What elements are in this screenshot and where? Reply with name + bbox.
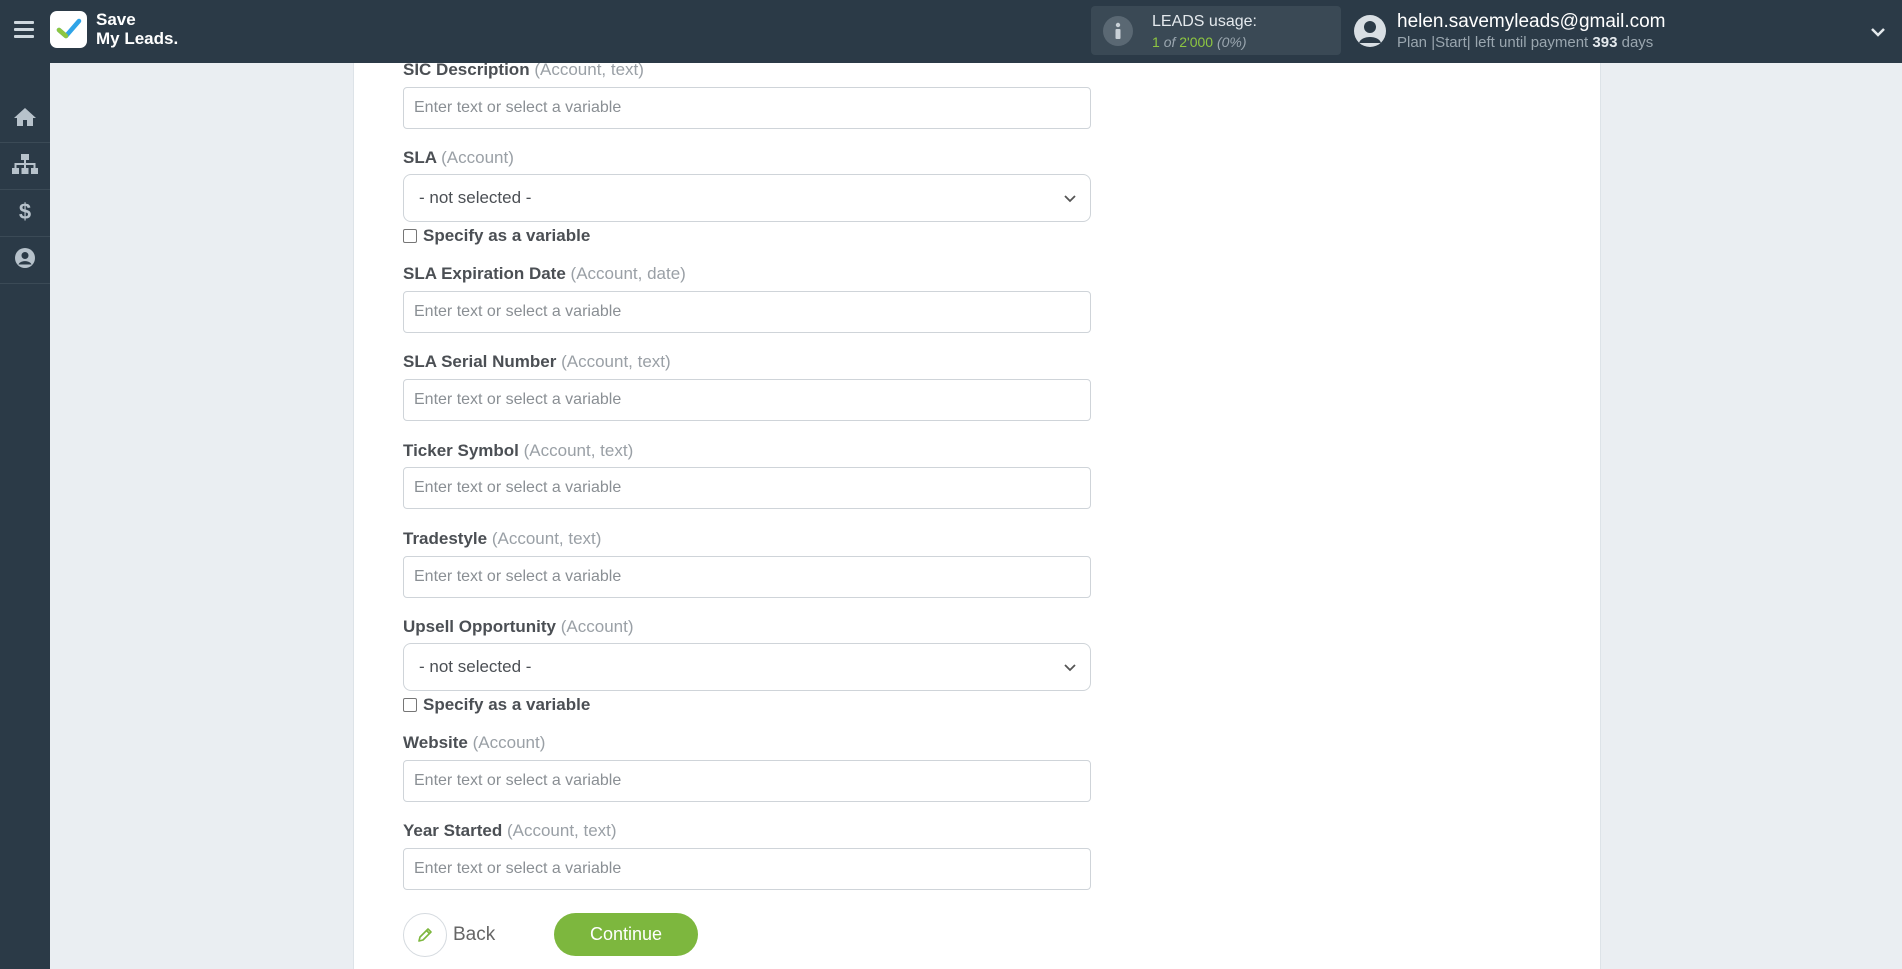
label-hint: (Account, date) (570, 264, 686, 283)
top-bar: Save My Leads. LEADS usage: 1 of 2'000 (… (0, 0, 1902, 63)
tradestyle-label: Tradestyle (Account, text) (403, 529, 601, 549)
usage-value: 1 of 2'000 (0%) (1152, 34, 1247, 50)
label-hint: (Account, text) (534, 60, 644, 79)
sla-label: SLA (Account) (403, 148, 514, 168)
back-label: Back (453, 924, 496, 945)
sla-variable-label: Specify as a variable (423, 226, 591, 245)
sidebar: $ (0, 63, 50, 969)
sla-variable-checkbox[interactable] (403, 229, 417, 243)
sic-description-label: SIC Description (Account, text) (403, 60, 644, 80)
label-text: Tradestyle (403, 529, 488, 548)
chevron-down-icon (1062, 191, 1078, 207)
label-hint: (Account) (441, 148, 514, 167)
svg-text:$: $ (19, 199, 31, 223)
usage-used: 1 (1152, 34, 1160, 50)
sic-description-input[interactable] (403, 87, 1091, 129)
logo-line-1: Save (96, 10, 136, 29)
label-hint: (Account) (560, 617, 634, 636)
usage-limit: 2'000 (1179, 34, 1214, 50)
upsell-variable-label: Specify as a variable (423, 695, 591, 714)
sidebar-item-billing[interactable]: $ (0, 190, 50, 237)
label-hint: (Account) (472, 733, 546, 752)
sla-serial-input[interactable] (403, 379, 1091, 421)
usage-of: of (1163, 34, 1176, 50)
chevron-down-icon (1062, 660, 1078, 676)
sidebar-item-profile[interactable] (0, 237, 50, 284)
website-input[interactable] (403, 760, 1091, 802)
pencil-icon (403, 913, 447, 957)
year-started-label: Year Started (Account, text) (403, 821, 617, 841)
user-email[interactable]: helen.savemyleads@gmail.com (1397, 11, 1666, 33)
logo-check-icon (50, 10, 87, 48)
label-hint: (Account, text) (491, 529, 602, 548)
sla-select-value: - not selected - (419, 188, 532, 207)
label-text: SLA Serial Number (403, 352, 557, 371)
sla-serial-label: SLA Serial Number (Account, text) (403, 352, 671, 372)
upsell-variable-checkbox[interactable] (403, 698, 417, 712)
usage-percent: (0%) (1216, 34, 1247, 50)
logo-text: Save My Leads. (96, 10, 178, 48)
label-text: Ticker Symbol (403, 441, 519, 460)
label-hint: (Account, text) (561, 352, 671, 371)
tradestyle-input[interactable] (403, 556, 1091, 598)
leads-usage-panel: LEADS usage: 1 of 2'000 (0%) (1091, 6, 1341, 55)
label-hint: (Account, text) (523, 441, 634, 460)
home-icon (13, 107, 37, 132)
sidebar-item-home[interactable] (0, 96, 50, 143)
logo[interactable]: Save My Leads. (50, 10, 178, 48)
year-started-input[interactable] (403, 848, 1091, 890)
sla-select[interactable]: - not selected - (403, 174, 1091, 222)
sla-variable-checkbox-row[interactable]: Specify as a variable (403, 226, 590, 246)
dollar-icon: $ (18, 199, 32, 228)
upsell-opportunity-label: Upsell Opportunity (Account) (403, 617, 633, 637)
label-text: SIC Description (403, 60, 530, 79)
label-text: SLA (403, 148, 437, 167)
logo-line-2: My Leads. (96, 29, 179, 48)
continue-button[interactable]: Continue (554, 913, 698, 956)
sitemap-icon (12, 153, 38, 179)
upsell-select-value: - not selected - (419, 657, 532, 676)
label-text: Website (403, 733, 468, 752)
label-text: Upsell Opportunity (403, 617, 556, 636)
user-avatar-icon[interactable] (1354, 15, 1386, 47)
label-hint: (Account, text) (506, 821, 617, 840)
label-text: Year Started (403, 821, 503, 840)
user-plan: Plan |Start| left until payment 393 days (1397, 34, 1653, 51)
account-chevron-down-icon[interactable] (1868, 22, 1888, 42)
website-label: Website (Account) (403, 733, 545, 753)
usage-title: LEADS usage: (1152, 13, 1257, 30)
upsell-opportunity-select[interactable]: - not selected - (403, 643, 1091, 691)
ticker-symbol-input[interactable] (403, 467, 1091, 509)
sidebar-item-connections[interactable] (0, 143, 50, 190)
days-label: days (1621, 34, 1654, 51)
days-left: 393 (1592, 34, 1618, 51)
upsell-variable-checkbox-row[interactable]: Specify as a variable (403, 695, 590, 715)
ticker-symbol-label: Ticker Symbol (Account, text) (403, 441, 633, 461)
user-circle-icon (14, 247, 36, 274)
label-text: SLA Expiration Date (403, 264, 566, 283)
hamburger-menu-icon[interactable] (14, 21, 34, 39)
sla-expiration-label: SLA Expiration Date (Account, date) (403, 264, 686, 284)
back-button[interactable]: Back (403, 913, 495, 957)
sla-expiration-input[interactable] (403, 291, 1091, 333)
info-icon (1103, 16, 1133, 46)
plan-text: Plan |Start| left until payment (1397, 34, 1589, 51)
